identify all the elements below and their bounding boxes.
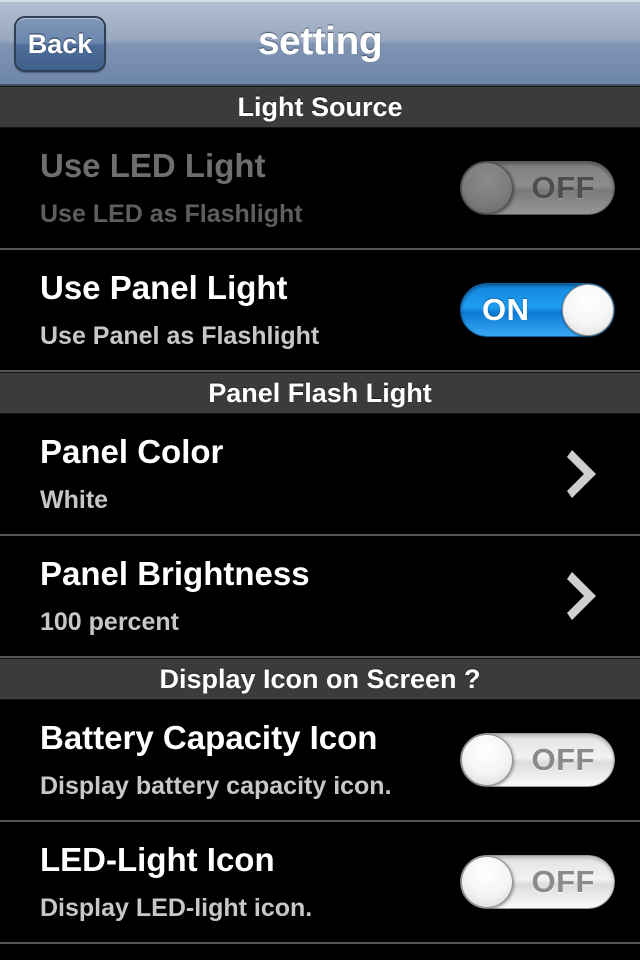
chevron-right-icon	[566, 446, 602, 502]
section-header-label: Light Source	[237, 91, 403, 122]
row-subtitle: Use LED as Flashlight	[40, 200, 303, 228]
chevron-right-icon	[566, 568, 602, 624]
row-title: Use LED Light	[40, 147, 266, 184]
toggle-state-label: OFF	[531, 864, 595, 899]
settings-row[interactable]: Panel Brightness 100 percent	[0, 536, 640, 658]
row-text: Panel Brightness 100 percent	[0, 557, 310, 635]
navigation-bar: Back setting	[0, 0, 640, 86]
settings-row: Use LED Light Use LED as Flashlight OFF	[0, 128, 640, 250]
toggle-knob[interactable]	[461, 734, 513, 786]
back-button[interactable]: Back	[14, 16, 106, 72]
toggle-knob[interactable]	[562, 284, 614, 336]
toggle-switch[interactable]: OFF	[460, 733, 615, 787]
toggle-switch: OFF	[460, 161, 615, 215]
toggle-state-label: OFF	[531, 170, 595, 205]
row-text: Use LED Light Use LED as Flashlight	[0, 149, 303, 227]
section-header: Panel Flash Light	[0, 372, 640, 414]
row-subtitle: Display battery capacity icon.	[40, 772, 392, 800]
row-text: Panel Color White	[0, 435, 223, 513]
row-subtitle: Display LED-light icon.	[40, 894, 313, 922]
toggle-state-label: ON	[482, 292, 530, 327]
row-title: Panel Color	[40, 433, 224, 470]
toggle-knob[interactable]	[461, 856, 513, 908]
settings-list: Light Source Use LED Light Use LED as Flas…	[0, 86, 640, 944]
row-title: Battery Capacity Icon	[40, 719, 378, 756]
row-text: LED-Light Icon Display LED-light icon.	[0, 843, 312, 921]
back-button-label: Back	[27, 28, 93, 59]
toggle-switch[interactable]: ON	[460, 283, 615, 337]
settings-row[interactable]: Battery Capacity Icon Display battery cap…	[0, 700, 640, 822]
toggle-state-label: OFF	[531, 742, 595, 777]
settings-row[interactable]: Use Panel Light Use Panel as Flashlight ON	[0, 250, 640, 372]
row-text: Battery Capacity Icon Display battery cap…	[0, 721, 392, 799]
row-text: Use Panel Light Use Panel as Flashlight	[0, 271, 319, 349]
row-subtitle: White	[40, 486, 109, 514]
toggle-switch[interactable]: OFF	[460, 855, 615, 909]
section-header: Light Source	[0, 86, 640, 128]
row-title: Use Panel Light	[40, 269, 288, 306]
toggle-knob[interactable]	[461, 162, 513, 214]
settings-row[interactable]: LED-Light Icon Display LED-light icon. OFF	[0, 822, 640, 944]
settings-row[interactable]: Panel Color White	[0, 414, 640, 536]
section-header-label: Panel Flash Light	[208, 377, 432, 408]
section-header-label: Display Icon on Screen ?	[159, 663, 481, 694]
page-title: setting	[257, 19, 383, 63]
row-title: LED-Light Icon	[40, 841, 275, 878]
row-subtitle: Use Panel as Flashlight	[40, 322, 320, 350]
section-header: Display Icon on Screen ?	[0, 658, 640, 700]
row-subtitle: 100 percent	[40, 608, 179, 636]
row-title: Panel Brightness	[40, 555, 310, 592]
